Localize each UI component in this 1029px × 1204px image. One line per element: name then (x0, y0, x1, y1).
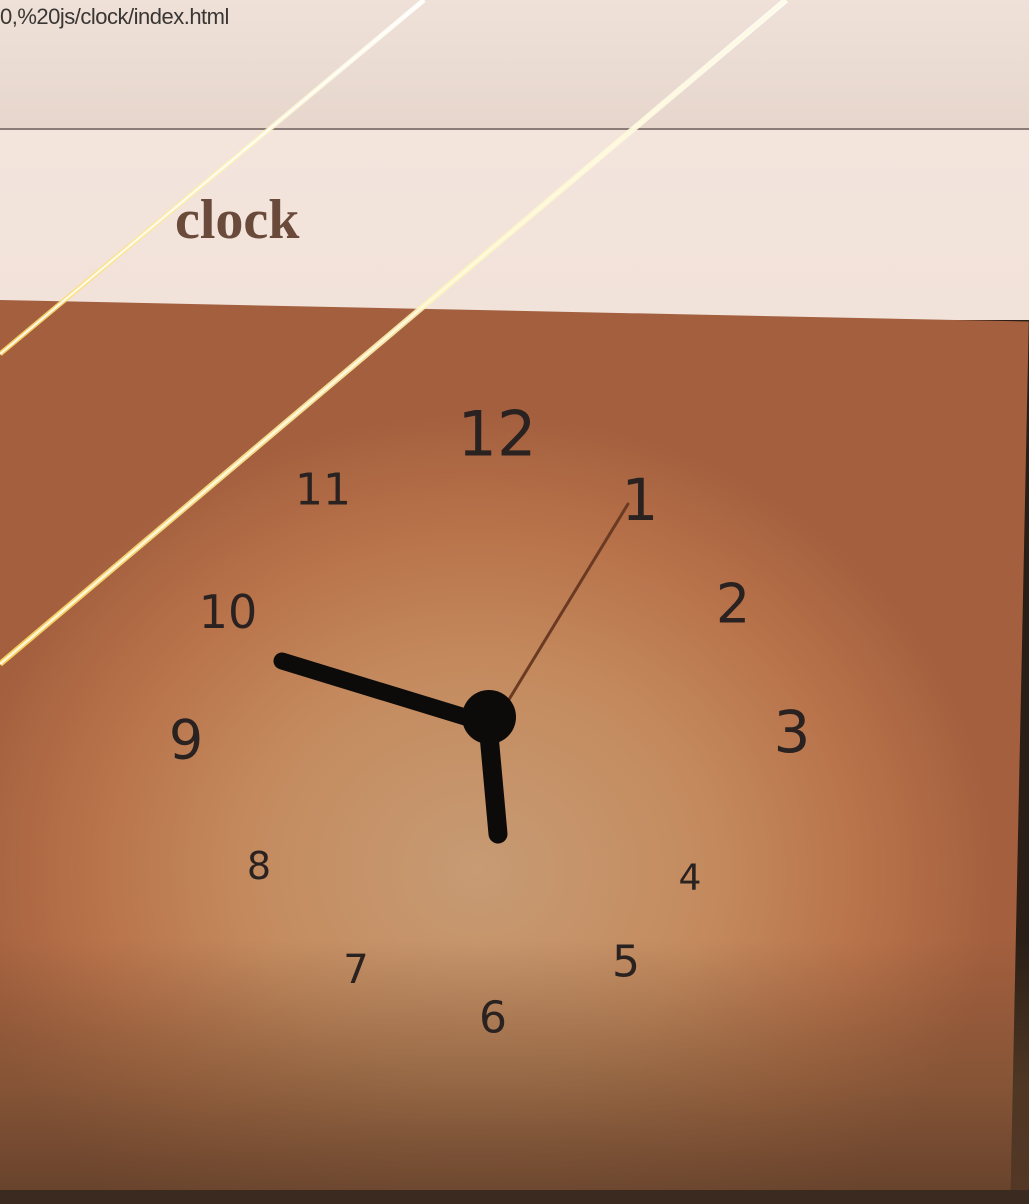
numeral-8: 8 (247, 844, 271, 888)
numeral-5: 5 (612, 937, 640, 988)
numeral-11: 11 (295, 465, 351, 516)
analog-clock: 12 1 2 3 4 5 6 7 8 9 10 11 (169, 398, 811, 1044)
numeral-9: 9 (169, 709, 203, 772)
numeral-3: 3 (774, 698, 811, 766)
numeral-7: 7 (343, 947, 368, 993)
browser-screen: 0,%20js/clock/index.html clock 12 1 2 3 … (0, 0, 1029, 1204)
minute-hand (273, 652, 497, 733)
numeral-1: 1 (622, 466, 659, 534)
numeral-2: 2 (716, 573, 750, 636)
numeral-4: 4 (679, 858, 702, 899)
clock-center-pin (462, 690, 516, 744)
numeral-12: 12 (458, 398, 537, 471)
numeral-6: 6 (479, 993, 507, 1044)
numeral-10: 10 (199, 585, 258, 639)
second-hand (503, 502, 630, 708)
